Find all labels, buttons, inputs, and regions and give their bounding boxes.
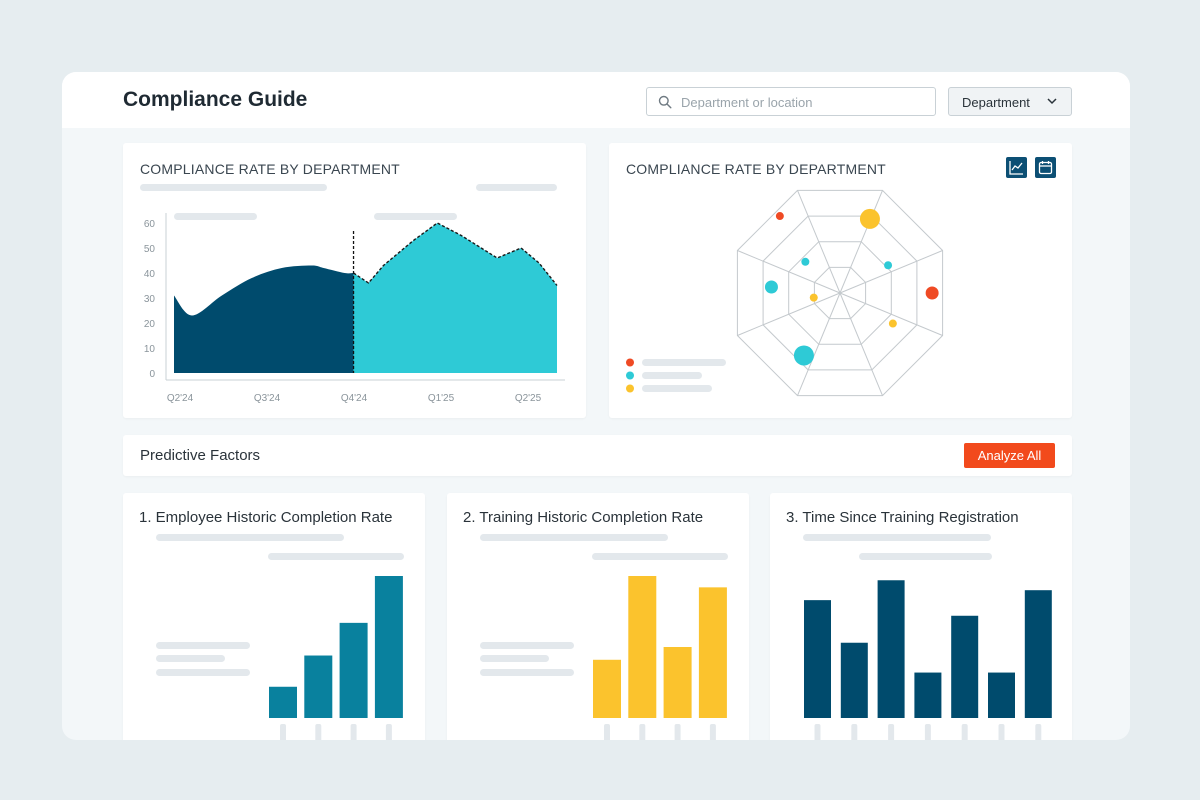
search-box[interactable] <box>646 87 936 116</box>
factor-card-2: 2. Training Historic Completion Rate <box>447 493 749 740</box>
predictive-factors-header: Predictive Factors Analyze All <box>123 435 1072 476</box>
x-tick-placeholder <box>709 724 716 740</box>
x-tick-placeholder <box>604 724 610 740</box>
y-tick-label: 30 <box>144 294 156 305</box>
x-tick-placeholder <box>315 724 322 740</box>
x-tick-placeholder <box>350 724 357 740</box>
x-tick-placeholder <box>998 724 1005 740</box>
bar <box>951 615 979 718</box>
radar-point <box>775 212 784 221</box>
legend-dot <box>626 371 634 380</box>
area-chart-card: COMPLIANCE RATE BY DEPARTMENT 0 10 20 30 40 5… <box>123 143 586 418</box>
area-chart: 0 10 20 30 40 50 60 Q2'24 Q3'24 Q4'24 Q1'25 Q2'25 <box>144 213 565 404</box>
bar <box>374 576 403 718</box>
chevron-down-icon <box>1047 98 1057 105</box>
x-tick-placeholder <box>385 724 392 740</box>
bar <box>877 580 905 718</box>
area-series <box>353 223 557 373</box>
y-tick-label: 10 <box>144 344 156 355</box>
x-tick-label: Q2'25 <box>515 393 542 404</box>
bar <box>804 600 831 718</box>
x-tick-placeholder <box>639 724 646 740</box>
bar-chart <box>804 580 1052 740</box>
bar <box>1024 590 1052 718</box>
bar <box>840 642 868 718</box>
radar-point <box>764 280 778 294</box>
x-tick-placeholder <box>280 724 286 740</box>
radar-point <box>884 261 893 270</box>
y-tick-label: 20 <box>144 319 156 330</box>
app-window: Compliance Guide Department COMPLIANCE R… <box>62 72 1130 740</box>
page-title: Compliance Guide <box>123 88 308 111</box>
factor-card-1: 1. Employee Historic Completion Rate <box>123 493 425 740</box>
analyze-all-button[interactable]: Analyze All <box>964 443 1055 468</box>
bar-chart <box>269 576 403 740</box>
bar <box>698 587 727 718</box>
y-tick-label: 60 <box>144 219 156 230</box>
y-tick-label: 40 <box>144 269 156 280</box>
placeholder-bar <box>174 213 257 220</box>
y-tick-label: 0 <box>149 369 155 380</box>
placeholder-bar <box>374 213 457 220</box>
radar-point <box>809 293 818 302</box>
search-input[interactable] <box>681 92 921 112</box>
bar <box>914 672 942 718</box>
x-tick-label: Q1'25 <box>428 393 455 404</box>
radar-point <box>859 208 880 229</box>
bar <box>593 659 621 718</box>
bar <box>988 672 1015 718</box>
legend-placeholder <box>642 385 712 392</box>
x-tick-placeholder <box>1035 724 1042 740</box>
x-tick-placeholder <box>888 724 895 740</box>
bar <box>628 576 657 718</box>
legend-placeholder <box>642 372 702 379</box>
x-tick-label: Q2'24 <box>167 393 194 404</box>
top-bar: Compliance Guide Department <box>62 72 1130 128</box>
legend-placeholder <box>642 359 726 366</box>
legend-dot <box>626 384 634 393</box>
search-icon <box>658 95 672 109</box>
radar-point <box>888 319 897 328</box>
x-tick-label: Q4'24 <box>341 393 368 404</box>
x-tick-placeholder <box>674 724 681 740</box>
dropdown-label: Department <box>962 95 1030 110</box>
radar-chart-card: COMPLIANCE RATE BY DEPARTMENT <box>609 143 1072 418</box>
x-tick-label: Q3'24 <box>254 393 281 404</box>
x-tick-placeholder <box>814 724 821 740</box>
bar <box>304 655 333 718</box>
x-tick-placeholder <box>961 724 968 740</box>
predictive-factors-title: Predictive Factors <box>140 447 261 464</box>
area-series <box>174 265 354 373</box>
radar-point <box>925 286 939 300</box>
bar <box>663 647 692 718</box>
bar <box>339 622 368 718</box>
legend-dot <box>626 358 634 367</box>
factor-card-3: 3. Time Since Training Registration <box>770 493 1072 740</box>
bar <box>269 686 297 718</box>
x-tick-placeholder <box>851 724 858 740</box>
x-tick-placeholder <box>924 724 931 740</box>
bar-chart <box>593 576 727 740</box>
department-dropdown[interactable]: Department <box>948 87 1072 116</box>
y-tick-label: 50 <box>144 244 156 255</box>
radar-point <box>793 345 814 366</box>
radar-point <box>801 257 810 266</box>
